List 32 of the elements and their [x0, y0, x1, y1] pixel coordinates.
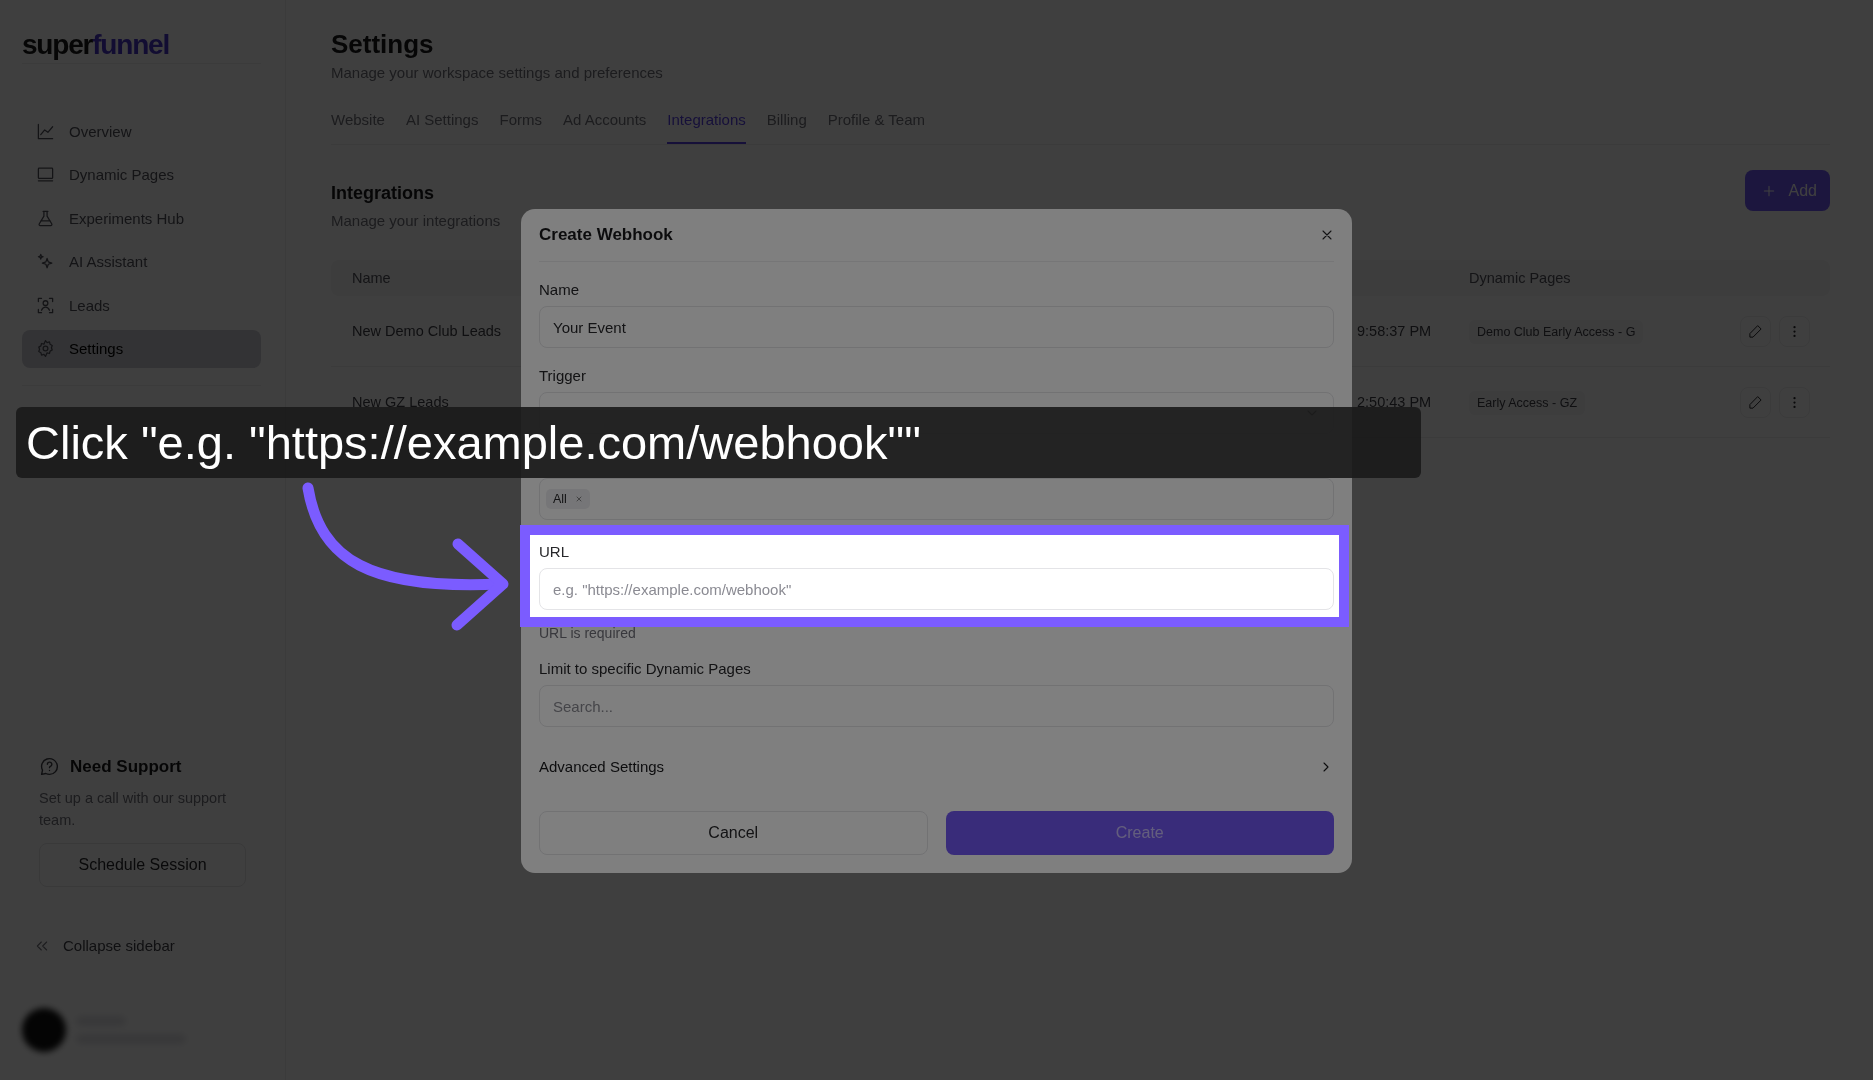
monitor-icon — [36, 165, 55, 184]
annotation-tooltip: Click "e.g. "https://example.com/webhook"" — [16, 407, 1421, 478]
section-title: Integrations — [331, 182, 435, 204]
more-button[interactable] — [1779, 386, 1810, 418]
settings-icon — [36, 339, 55, 358]
input-field[interactable]: Search... — [539, 685, 1334, 727]
logo: superfunnel — [22, 28, 170, 62]
close-icon — [574, 495, 583, 503]
modal-title: Create Webhook — [539, 225, 673, 245]
cancel-button[interactable]: Cancel — [539, 811, 928, 855]
tag-chip[interactable]: All — [546, 489, 590, 509]
support-title: Need Support — [70, 756, 182, 777]
chart-line-icon — [36, 121, 55, 141]
edit-button[interactable] — [1740, 315, 1771, 347]
error-text: URL is required — [539, 625, 637, 641]
pencil-icon — [1748, 323, 1763, 339]
person-frame-icon — [36, 295, 55, 315]
field-label: Trigger — [539, 367, 587, 385]
pencil-icon — [1748, 394, 1763, 410]
input-field[interactable]: Your Event — [539, 306, 1334, 348]
advanced-settings-toggle[interactable]: Advanced Settings — [539, 758, 1334, 775]
field-label: URL — [539, 543, 570, 561]
more-button[interactable] — [1779, 315, 1810, 347]
page-title: Settings — [331, 28, 435, 60]
field-label: Limit to specific Dynamic Pages — [539, 660, 752, 678]
flask-icon — [36, 208, 55, 228]
field-label: Name — [539, 281, 580, 299]
help-icon — [39, 756, 60, 777]
tags-field[interactable]: All — [539, 478, 1334, 520]
sparkle-icon — [36, 252, 55, 271]
input-field[interactable]: e.g. "https://example.com/webhook" — [539, 568, 1334, 610]
edit-button[interactable] — [1740, 386, 1771, 418]
